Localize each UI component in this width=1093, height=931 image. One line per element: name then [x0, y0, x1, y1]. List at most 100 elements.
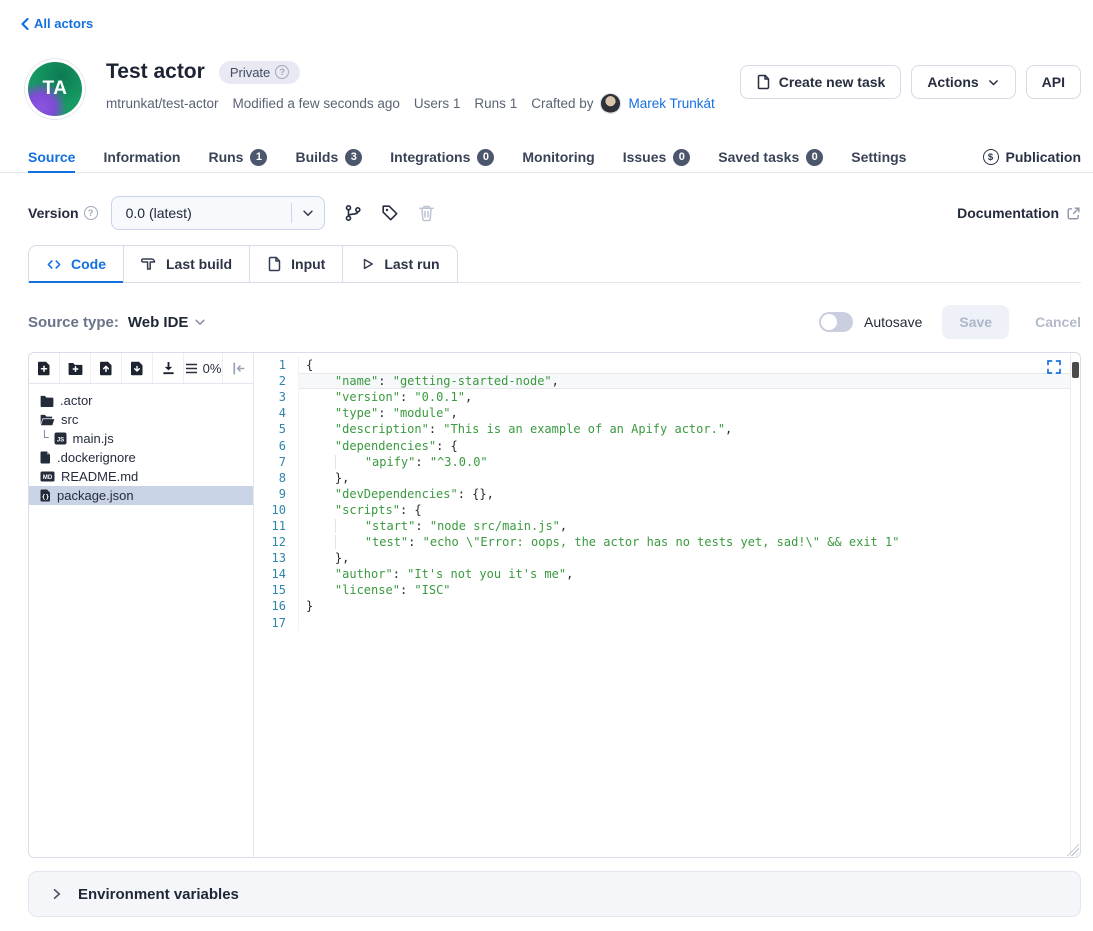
- users-count: Users 1: [414, 96, 461, 111]
- tab-input[interactable]: Input: [250, 246, 343, 282]
- file-item-.dockerignore[interactable]: .dockerignore: [29, 448, 253, 467]
- code-line-text[interactable]: },: [298, 550, 1070, 566]
- file-item-README.md[interactable]: MDREADME.md: [29, 467, 253, 486]
- new-file-icon[interactable]: [29, 353, 60, 383]
- input-file-icon: [267, 256, 282, 272]
- line-number: 5: [254, 422, 298, 436]
- code-line-text[interactable]: "author": "It's not you it's me",: [298, 566, 1070, 582]
- chevron-right-icon: [50, 887, 63, 901]
- code-line-text[interactable]: },: [298, 470, 1070, 486]
- source-type-select[interactable]: Web IDE: [128, 314, 208, 331]
- code-line-text[interactable]: "devDependencies": {},: [298, 486, 1070, 502]
- tab-last-build[interactable]: Last build: [124, 246, 250, 282]
- documentation-link[interactable]: Documentation: [957, 205, 1081, 221]
- code-line-text[interactable]: "apify": "^3.0.0": [298, 454, 1070, 470]
- code-line-text[interactable]: "start": "node src/main.js",: [298, 518, 1070, 534]
- save-button[interactable]: Save: [942, 305, 1009, 339]
- tab-count-badge: 0: [806, 149, 823, 166]
- version-help-icon[interactable]: ?: [84, 206, 98, 220]
- actor-avatar: TA: [28, 62, 82, 116]
- cancel-button[interactable]: Cancel: [1035, 314, 1081, 330]
- code-line-text[interactable]: "test": "echo \"Error: oops, the actor h…: [298, 534, 1070, 550]
- autosave-label: Autosave: [864, 314, 922, 330]
- tab-label: Builds: [295, 149, 338, 165]
- code-line: 4 "type": "module",: [254, 405, 1070, 421]
- tab-label: Issues: [623, 149, 667, 165]
- author-link[interactable]: Marek Trunkát: [628, 96, 714, 111]
- code-line: 8 },: [254, 470, 1070, 486]
- delete-version-icon[interactable]: [418, 204, 435, 222]
- scrollbar-thumb[interactable]: [1072, 362, 1079, 378]
- zoom-control[interactable]: 0%: [184, 353, 223, 383]
- tab-last-run[interactable]: Last run: [343, 246, 456, 282]
- editor-scrollbar[interactable]: [1070, 353, 1080, 857]
- fullscreen-icon[interactable]: [1047, 360, 1061, 374]
- file-item-.actor[interactable]: .actor: [29, 391, 253, 410]
- file-item-main.js[interactable]: └JSmain.js: [29, 429, 253, 448]
- collapse-sidebar-icon[interactable]: [223, 353, 253, 383]
- web-ide-panel: 0% .actorsrc└JSmain.js.dockerignoreMDREA…: [28, 352, 1081, 858]
- tab-issues[interactable]: Issues 0: [623, 142, 691, 172]
- tab-integrations[interactable]: Integrations0: [390, 142, 494, 172]
- folder-open-icon: [40, 414, 55, 426]
- tab-code[interactable]: Code: [29, 246, 124, 282]
- tag-icon[interactable]: [381, 204, 399, 222]
- tab-count-badge: 0: [673, 149, 690, 166]
- import-file-icon[interactable]: [122, 353, 153, 383]
- file-item-package.json[interactable]: {}package.json: [29, 486, 253, 505]
- line-number: 10: [254, 503, 298, 517]
- tab-information[interactable]: Information: [103, 142, 180, 172]
- tab-label: Settings: [851, 149, 906, 165]
- actions-menu-button[interactable]: Actions: [911, 65, 1015, 99]
- line-number: 13: [254, 551, 298, 565]
- upload-file-icon[interactable]: [91, 353, 122, 383]
- tab-runs[interactable]: Runs1: [208, 142, 267, 172]
- tab-saved-tasks[interactable]: Saved tasks0: [718, 142, 823, 172]
- monetization-icon: $: [983, 149, 999, 165]
- code-line: 11 "start": "node src/main.js",: [254, 518, 1070, 534]
- tab-source[interactable]: Source: [28, 142, 75, 172]
- code-line-text[interactable]: "name": "getting-started-node",: [298, 373, 1070, 389]
- version-select[interactable]: 0.0 (latest): [111, 196, 325, 230]
- code-line: 9 "devDependencies": {},: [254, 486, 1070, 502]
- line-number: 4: [254, 406, 298, 420]
- git-branch-icon[interactable]: [344, 204, 362, 222]
- code-line-text[interactable]: {: [298, 357, 1070, 373]
- new-folder-icon[interactable]: [60, 353, 91, 383]
- code-line-text[interactable]: "version": "0.0.1",: [298, 389, 1070, 405]
- tab-settings[interactable]: Settings: [851, 142, 906, 172]
- code-line-text[interactable]: "license": "ISC": [298, 582, 1070, 598]
- js-icon: JS: [54, 432, 67, 445]
- tab-publication[interactable]: $ Publication: [983, 142, 1081, 172]
- file-item-src[interactable]: src: [29, 410, 253, 429]
- help-icon[interactable]: ?: [275, 65, 289, 79]
- api-button[interactable]: API: [1026, 65, 1081, 99]
- code-line-text[interactable]: "scripts": {: [298, 502, 1070, 518]
- tab-count-badge: 3: [345, 149, 362, 166]
- tab-label: Source: [28, 149, 75, 165]
- tab-monitoring[interactable]: Monitoring: [522, 142, 594, 172]
- code-editor[interactable]: 1{2 "name": "getting-started-node",3 "ve…: [254, 353, 1080, 857]
- download-icon[interactable]: [153, 353, 184, 383]
- back-to-all-actors-link[interactable]: All actors: [20, 16, 93, 31]
- autosave-toggle[interactable]: [819, 312, 853, 332]
- folder-icon: [40, 395, 54, 407]
- code-line-text[interactable]: "dependencies": {: [298, 437, 1070, 453]
- code-line-text[interactable]: [298, 615, 1070, 631]
- code-line-text[interactable]: }: [298, 598, 1070, 614]
- svg-text:{}: {}: [42, 493, 50, 501]
- source-view-tabs: Code Last build Input Last run: [28, 245, 458, 283]
- file-tree-pane: 0% .actorsrc└JSmain.js.dockerignoreMDREA…: [29, 353, 254, 857]
- code-line: 10 "scripts": {: [254, 502, 1070, 518]
- code-line-text[interactable]: "type": "module",: [298, 405, 1070, 421]
- line-number: 2: [254, 374, 298, 388]
- create-new-task-button[interactable]: Create new task: [740, 65, 902, 99]
- json-icon: {}: [40, 489, 51, 502]
- tab-builds[interactable]: Builds 3: [295, 142, 362, 172]
- page-title: Test actor: [106, 60, 205, 84]
- code-line-text[interactable]: "description": "This is an example of an…: [298, 421, 1070, 437]
- file-name: README.md: [61, 469, 138, 484]
- line-number: 1: [254, 358, 298, 372]
- environment-variables-section[interactable]: Environment variables: [28, 871, 1081, 917]
- chevron-down-icon: [193, 315, 207, 329]
